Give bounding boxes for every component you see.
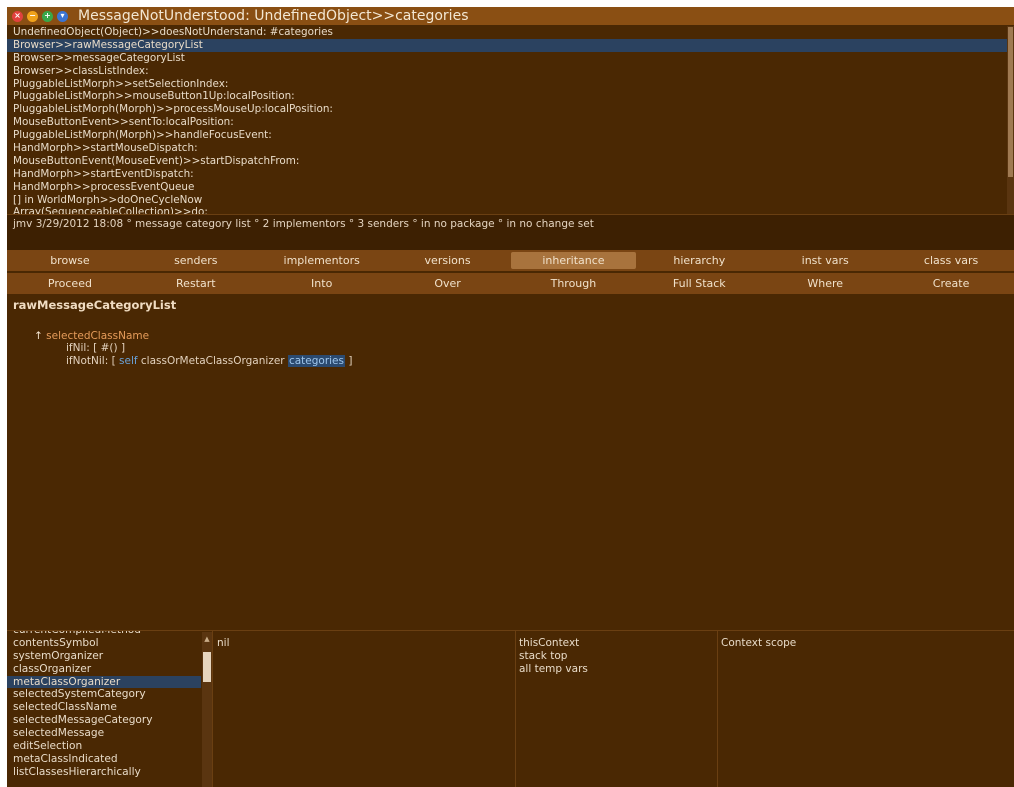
code-line-2: ifNil: [ #() ] <box>66 342 126 354</box>
into-button[interactable]: Into <box>259 273 385 294</box>
context-item[interactable]: thisContext <box>519 637 588 650</box>
through-button[interactable]: Through <box>511 273 637 294</box>
stack-scrollbar-thumb[interactable] <box>1008 27 1013 177</box>
stack-frame[interactable]: Browser>>rawMessageCategoryList <box>7 38 1007 52</box>
variable-item[interactable]: classOrganizer <box>7 663 201 676</box>
versions-button[interactable]: versions <box>385 250 511 271</box>
receiver-variable-list[interactable]: currentCompiledMethodcontentsSymbolsyste… <box>7 631 201 787</box>
browse-button[interactable]: browse <box>7 250 133 271</box>
stack-frame[interactable]: MouseButtonEvent(MouseEvent)>>startDispa… <box>7 155 1007 168</box>
context-item[interactable]: all temp vars <box>519 663 588 676</box>
variable-item[interactable]: selectedClassName <box>7 701 201 714</box>
browse-toolbar: browse senders implementors versions inh… <box>7 250 1014 271</box>
stack-frame[interactable]: HandMorph>>startMouseDispatch: <box>7 142 1007 155</box>
code-organizer: classOrMetaClassOrganizer <box>140 355 285 367</box>
hierarchy-button[interactable]: hierarchy <box>636 250 762 271</box>
proceed-button[interactable]: Proceed <box>7 273 133 294</box>
stack-frame[interactable]: Browser>>messageCategoryList <box>7 52 1007 65</box>
stack-frame[interactable]: Array(SequenceableCollection)>>do: <box>7 206 1007 214</box>
debug-toolbar: Proceed Restart Into Over Through Full S… <box>7 273 1014 294</box>
code-line-1: ↑ selectedClassName <box>34 330 149 342</box>
restart-button[interactable]: Restart <box>133 273 259 294</box>
stack-frame[interactable]: PluggableListMorph(Morph)>>processMouseU… <box>7 103 1007 116</box>
variable-value[interactable]: nil <box>217 637 230 649</box>
return-caret: ↑ <box>34 330 43 342</box>
stack-frame[interactable]: MouseButtonEvent>>sentTo:localPosition: <box>7 116 1007 129</box>
context-scope-pane[interactable]: Context scope <box>721 637 796 649</box>
variable-item[interactable]: contentsSymbol <box>7 637 201 650</box>
scroll-up-icon[interactable]: ▲ <box>203 634 211 644</box>
variable-item[interactable]: selectedSystemCategory <box>7 688 201 701</box>
inst-vars-button[interactable]: inst vars <box>762 250 888 271</box>
pane-divider <box>515 631 516 787</box>
variable-item[interactable]: selectedMessageCategory <box>7 714 201 727</box>
variable-item[interactable]: listClassesHierarchically <box>7 766 201 779</box>
stack-frame[interactable]: [] in WorldMorph>>doOneCycleNow <box>7 194 1007 207</box>
pane-divider <box>717 631 718 787</box>
stack-frame[interactable]: UndefinedObject(Object)>>doesNotUndersta… <box>7 26 1007 39</box>
code-receiver: selectedClassName <box>46 330 150 342</box>
where-button[interactable]: Where <box>762 273 888 294</box>
expand-icon[interactable]: + <box>42 10 53 22</box>
title-bar[interactable]: × − + ▾ MessageNotUnderstood: UndefinedO… <box>7 7 1014 25</box>
senders-button[interactable]: senders <box>133 250 259 271</box>
code-self: self <box>119 355 138 367</box>
create-button[interactable]: Create <box>888 273 1014 294</box>
method-info-text: jmv 3/29/2012 18:08 ° message category l… <box>13 218 594 230</box>
variable-item[interactable]: selectedMessage <box>7 727 201 740</box>
code-line-3: ifNotNil: [ self classOrMetaClassOrganiz… <box>66 355 352 367</box>
method-info-pane: jmv 3/29/2012 18:08 ° message category l… <box>7 214 1014 253</box>
inheritance-button[interactable]: inheritance <box>510 252 637 269</box>
class-vars-button[interactable]: class vars <box>888 250 1014 271</box>
stack-list[interactable]: UndefinedObject(Object)>>doesNotUndersta… <box>7 26 1007 214</box>
full-stack-button[interactable]: Full Stack <box>636 273 762 294</box>
code-editor[interactable]: rawMessageCategoryList ↑ selectedClassNa… <box>7 295 1014 631</box>
variable-item[interactable]: metaClassOrganizer <box>7 675 201 689</box>
stack-frame[interactable]: HandMorph>>processEventQueue <box>7 181 1007 194</box>
minimize-icon[interactable]: − <box>27 10 38 22</box>
over-button[interactable]: Over <box>385 273 511 294</box>
variable-item[interactable]: systemOrganizer <box>7 650 201 663</box>
code-close-bracket: ] <box>348 355 353 367</box>
pane-divider <box>212 631 213 787</box>
stack-frame[interactable]: PluggableListMorph(Morph)>>handleFocusEv… <box>7 129 1007 142</box>
method-selector: rawMessageCategoryList <box>13 298 177 312</box>
menu-icon[interactable]: ▾ <box>57 10 68 22</box>
context-variable-list[interactable]: thisContext stack top all temp vars <box>519 637 588 676</box>
code-ifnotnil: ifNotNil: [ <box>66 355 116 367</box>
stack-frame[interactable]: PluggableListMorph>>mouseButton1Up:local… <box>7 90 1007 103</box>
close-icon[interactable]: × <box>12 10 23 22</box>
stack-frame[interactable]: Browser>>classListIndex: <box>7 65 1007 78</box>
stack-frame[interactable]: HandMorph>>startEventDispatch: <box>7 168 1007 181</box>
window-title: MessageNotUnderstood: UndefinedObject>>c… <box>78 8 469 24</box>
context-item[interactable]: stack top <box>519 650 588 663</box>
variable-scrollbar-thumb[interactable] <box>203 652 211 682</box>
code-highlighted-selector: categories <box>287 355 345 367</box>
implementors-button[interactable]: implementors <box>259 250 385 271</box>
stack-frame[interactable]: PluggableListMorph>>setSelectionIndex: <box>7 78 1007 91</box>
debugger-window: × − + ▾ MessageNotUnderstood: UndefinedO… <box>7 7 1014 787</box>
variable-item[interactable]: editSelection <box>7 740 201 753</box>
variable-item[interactable]: metaClassIndicated <box>7 753 201 766</box>
